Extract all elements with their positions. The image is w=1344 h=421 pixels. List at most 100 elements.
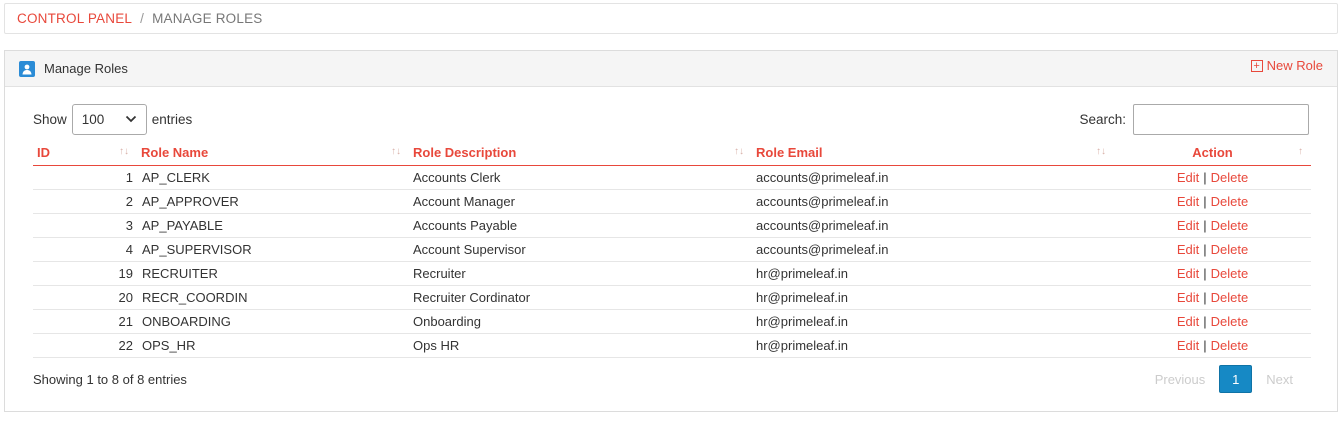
column-header-role-email[interactable]: Role Email ↑↓ <box>752 141 1114 166</box>
cell-role-description: Recruiter <box>409 261 752 286</box>
table-row: 22 OPS_HR Ops HR hr@primeleaf.in Edit | Delete <box>33 333 1311 358</box>
breadcrumb-separator: / <box>140 11 145 26</box>
cell-role-email: accounts@primeleaf.in <box>752 237 1114 262</box>
cell-role-email: accounts@primeleaf.in <box>752 165 1114 190</box>
delete-link[interactable]: Delete <box>1211 194 1249 209</box>
cell-role-name: RECR_COORDIN <box>137 285 409 310</box>
cell-role-name: ONBOARDING <box>137 309 409 334</box>
delete-link[interactable]: Delete <box>1211 290 1249 305</box>
entries-select[interactable]: 100 <box>71 103 147 135</box>
cell-id: 19 <box>33 261 137 286</box>
cell-role-description: Recruiter Cordinator <box>409 285 752 310</box>
action-separator: | <box>1203 265 1207 281</box>
edit-link[interactable]: Edit <box>1177 314 1199 329</box>
cell-role-email: hr@primeleaf.in <box>752 261 1114 286</box>
sort-icon: ↑↓ <box>734 146 744 157</box>
manage-roles-panel: Manage Roles + New Role Show 100 entries… <box>4 50 1338 412</box>
delete-link[interactable]: Delete <box>1211 266 1249 281</box>
cell-action: Edit | Delete <box>1114 165 1311 190</box>
table-row: 1 AP_CLERK Accounts Clerk accounts@primelea… <box>33 165 1311 190</box>
new-role-label: New Role <box>1266 58 1323 73</box>
table-row: 4 AP_SUPERVISOR Account Supervisor accounts… <box>33 237 1311 262</box>
action-separator: | <box>1203 169 1207 185</box>
edit-link[interactable]: Edit <box>1177 242 1199 257</box>
cell-id: 22 <box>33 333 137 358</box>
panel-header: Manage Roles + New Role <box>5 51 1337 87</box>
pagination: Previous 1 Next <box>1141 365 1307 393</box>
cell-id: 3 <box>33 213 137 238</box>
column-header-role-name[interactable]: Role Name ↑↓ <box>137 141 409 166</box>
cell-action: Edit | Delete <box>1114 213 1311 238</box>
cell-role-email: accounts@primeleaf.in <box>752 213 1114 238</box>
pagination-next[interactable]: Next <box>1252 372 1307 387</box>
table-header-row: ID ↑↓ Role Name ↑↓ Role Description ↑↓ Role… <box>33 141 1311 166</box>
table-info: Showing 1 to 8 of 8 entries <box>33 372 187 387</box>
cell-role-email: hr@primeleaf.in <box>752 333 1114 358</box>
action-separator: | <box>1203 217 1207 233</box>
delete-link[interactable]: Delete <box>1211 170 1249 185</box>
cell-role-email: accounts@primeleaf.in <box>752 189 1114 214</box>
cell-action: Edit | Delete <box>1114 189 1311 214</box>
cell-role-name: RECRUITER <box>137 261 409 286</box>
cell-role-name: AP_APPROVER <box>137 189 409 214</box>
roles-table: ID ↑↓ Role Name ↑↓ Role Description ↑↓ Role… <box>33 141 1311 358</box>
edit-link[interactable]: Edit <box>1177 338 1199 353</box>
cell-role-description: Account Supervisor <box>409 237 752 262</box>
delete-link[interactable]: Delete <box>1211 338 1249 353</box>
edit-link[interactable]: Edit <box>1177 170 1199 185</box>
column-header-id[interactable]: ID ↑↓ <box>33 141 137 166</box>
entries-length-control: Show 100 entries <box>33 103 192 135</box>
entries-select-value: 100 <box>81 111 105 127</box>
table-row: 2 AP_APPROVER Account Manager accounts@prim… <box>33 189 1311 214</box>
cell-role-description: Accounts Clerk <box>409 165 752 190</box>
search-input[interactable] <box>1133 103 1309 135</box>
pagination-previous[interactable]: Previous <box>1141 372 1220 387</box>
action-separator: | <box>1203 313 1207 329</box>
breadcrumb-current: MANAGE ROLES <box>152 11 263 26</box>
chevron-down-icon <box>125 115 136 123</box>
edit-link[interactable]: Edit <box>1177 194 1199 209</box>
cell-role-email: hr@primeleaf.in <box>752 285 1114 310</box>
sort-icon: ↑↓ <box>1096 146 1106 157</box>
cell-role-description: Account Manager <box>409 189 752 214</box>
action-separator: | <box>1203 193 1207 209</box>
cell-role-description: Accounts Payable <box>409 213 752 238</box>
action-separator: | <box>1203 241 1207 257</box>
column-header-role-description[interactable]: Role Description ↑↓ <box>409 141 752 166</box>
cell-role-email: hr@primeleaf.in <box>752 309 1114 334</box>
edit-link[interactable]: Edit <box>1177 290 1199 305</box>
sort-asc-icon: ↑ <box>1298 146 1303 157</box>
cell-role-name: AP_PAYABLE <box>137 213 409 238</box>
breadcrumb: CONTROL PANEL / MANAGE ROLES <box>4 3 1338 34</box>
cell-action: Edit | Delete <box>1114 309 1311 334</box>
table-row: 3 AP_PAYABLE Accounts Payable accounts@prim… <box>33 213 1311 238</box>
delete-link[interactable]: Delete <box>1211 314 1249 329</box>
cell-role-description: Onboarding <box>409 309 752 334</box>
cell-role-name: AP_CLERK <box>137 165 409 190</box>
column-header-action[interactable]: Action ↑ <box>1114 141 1311 166</box>
action-separator: | <box>1203 289 1207 305</box>
table-row: 21 ONBOARDING Onboarding hr@primeleaf.in Edi… <box>33 309 1311 334</box>
cell-action: Edit | Delete <box>1114 285 1311 310</box>
cell-id: 4 <box>33 237 137 262</box>
cell-id: 21 <box>33 309 137 334</box>
action-separator: | <box>1203 337 1207 353</box>
cell-role-description: Ops HR <box>409 333 752 358</box>
delete-link[interactable]: Delete <box>1211 218 1249 233</box>
sort-icon: ↑↓ <box>119 146 129 157</box>
cell-role-name: OPS_HR <box>137 333 409 358</box>
breadcrumb-control-panel-link[interactable]: CONTROL PANEL <box>17 11 132 26</box>
cell-id: 20 <box>33 285 137 310</box>
cell-id: 1 <box>33 165 137 190</box>
search-label: Search: <box>1079 111 1126 127</box>
cell-action: Edit | Delete <box>1114 237 1311 262</box>
search-control: Search: <box>1079 103 1309 135</box>
edit-link[interactable]: Edit <box>1177 218 1199 233</box>
new-role-button[interactable]: + New Role <box>1250 58 1323 73</box>
pagination-page-current[interactable]: 1 <box>1219 365 1253 393</box>
table-controls: Show 100 entries Search: <box>33 103 1309 135</box>
delete-link[interactable]: Delete <box>1211 242 1249 257</box>
sort-icon: ↑↓ <box>391 146 401 157</box>
edit-link[interactable]: Edit <box>1177 266 1199 281</box>
panel-title: Manage Roles <box>19 60 128 77</box>
